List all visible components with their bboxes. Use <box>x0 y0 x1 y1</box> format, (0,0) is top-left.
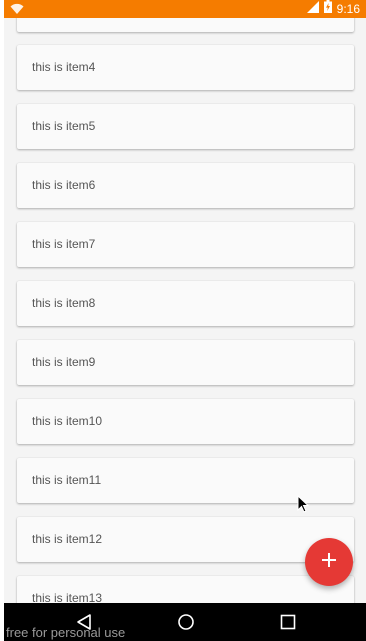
add-fab-button[interactable] <box>305 538 353 586</box>
list-item[interactable] <box>17 18 354 32</box>
list-item-label: this is item10 <box>32 414 103 428</box>
battery-charging-icon <box>323 0 332 18</box>
list-item-label: this is item9 <box>32 355 96 369</box>
list-item-label: this is item7 <box>32 237 96 251</box>
plus-icon <box>321 552 337 573</box>
recents-icon[interactable] <box>280 613 296 636</box>
list-item-label: this is item13 <box>32 591 103 603</box>
list-item-label: this is item8 <box>32 296 96 310</box>
list-item-label: this is item12 <box>32 532 103 546</box>
list-item[interactable]: this is item7 <box>17 222 354 267</box>
list-item[interactable]: this is item13 <box>17 576 354 603</box>
list-item-label: this is item5 <box>32 119 96 133</box>
status-bar: 9:16 <box>4 0 366 18</box>
list-item[interactable]: this is item12 <box>17 517 354 562</box>
list-item[interactable]: this is item9 <box>17 340 354 385</box>
list-item[interactable]: this is item5 <box>17 104 354 149</box>
watermark-text: free for personal use <box>6 625 126 640</box>
signal-icon <box>306 0 319 18</box>
status-time: 9:16 <box>336 2 360 16</box>
list-item[interactable]: this is item10 <box>17 399 354 444</box>
mouse-cursor-icon <box>297 494 310 518</box>
list-item[interactable]: this is item8 <box>17 281 354 326</box>
home-icon[interactable] <box>177 613 195 636</box>
list-item-label: this is item6 <box>32 178 96 192</box>
phone-screen: 9:16 this is item4 this is item5 this is… <box>4 0 366 641</box>
list-item[interactable]: this is item4 <box>17 45 354 90</box>
list-item-label: this is item11 <box>32 473 102 487</box>
list-item-label: this is item4 <box>32 60 96 74</box>
item-list[interactable]: this is item4 this is item5 this is item… <box>4 18 366 603</box>
list-item[interactable]: this is item6 <box>17 163 354 208</box>
